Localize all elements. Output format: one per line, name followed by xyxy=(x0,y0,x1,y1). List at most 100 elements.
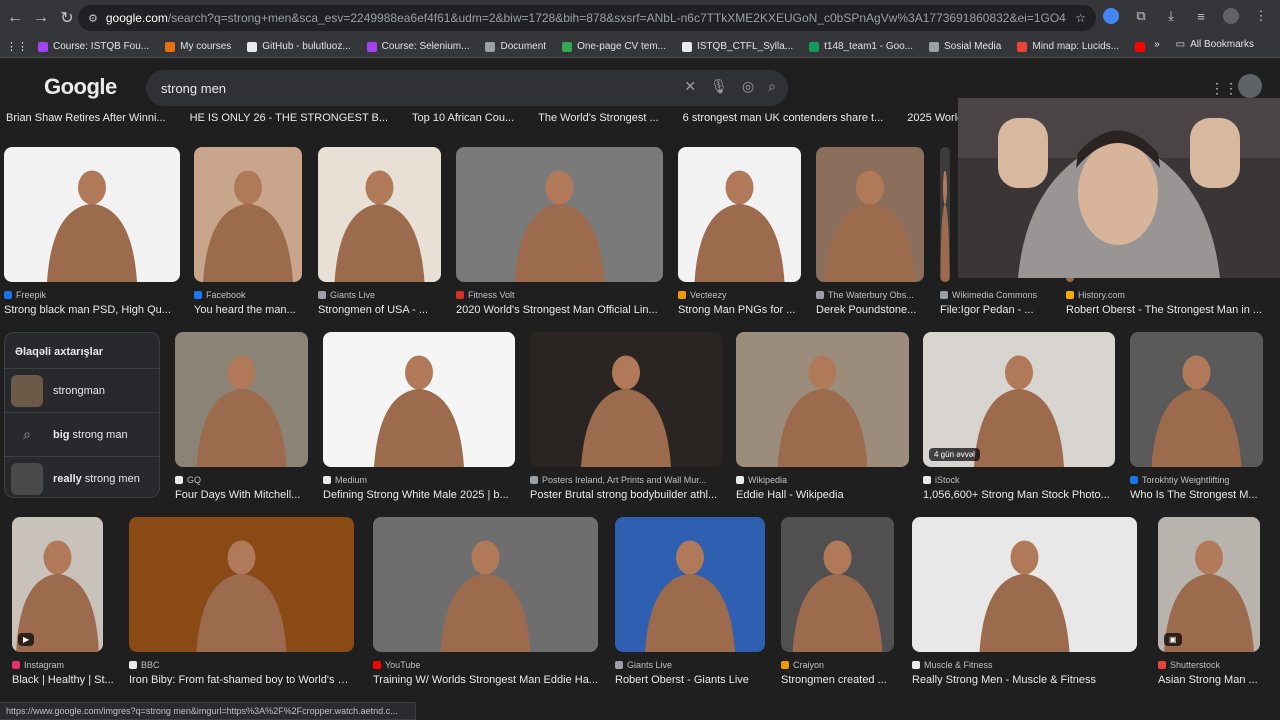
bookmark-item[interactable]: Course: Selenium... xyxy=(366,41,469,52)
related-item[interactable]: strongman xyxy=(5,368,159,412)
related-item[interactable]: ⌕ big strong man xyxy=(5,412,159,456)
result-source[interactable]: Instagram xyxy=(12,660,122,670)
result-title[interactable]: Iron Biby: From fat-shamed boy to World'… xyxy=(129,674,354,686)
bookmark-item[interactable]: Mind map: Lucids... xyxy=(1017,41,1119,52)
lens-icon[interactable]: ◎ xyxy=(742,78,754,95)
result-source[interactable]: Giants Live xyxy=(318,290,441,300)
bookmark-item[interactable]: t148_team1 - Goo... xyxy=(809,41,913,52)
result-source[interactable]: Freepik xyxy=(4,290,180,300)
result-title[interactable]: Strong black man PSD, High Qu... xyxy=(4,304,180,316)
result-source[interactable]: BBC xyxy=(129,660,354,670)
bookmark-item[interactable]: My courses xyxy=(165,41,231,52)
back-icon[interactable]: ← xyxy=(2,5,28,31)
result-title[interactable]: File:Igor Pedan - ... xyxy=(940,304,1050,316)
image-result[interactable]: Giants Live Strongmen of USA - ... xyxy=(318,147,441,316)
result-thumbnail[interactable]: ▣ xyxy=(1158,517,1260,652)
result-source[interactable]: iStock xyxy=(923,475,1115,485)
result-title[interactable]: 2020 World's Strongest Man Official Lin.… xyxy=(456,304,666,316)
image-result[interactable]: Torokhtiy Weightlifting Who Is The Strong… xyxy=(1130,332,1263,501)
image-result[interactable]: Posters Ireland, Art Prints and Wall Mur… xyxy=(530,332,722,501)
bookmark-star-icon[interactable]: ☆ xyxy=(1075,11,1086,25)
chip[interactable]: The World's Strongest ... xyxy=(532,112,659,134)
apps-grid-icon[interactable]: ⋮⋮ xyxy=(6,40,28,53)
result-title[interactable]: Asian Strong Man ... xyxy=(1158,674,1260,686)
result-thumbnail[interactable] xyxy=(816,147,924,282)
result-source[interactable]: Craiyon xyxy=(781,660,894,670)
result-title[interactable]: Strongmen of USA - ... xyxy=(318,304,441,316)
result-source[interactable]: The Waterbury Obs... xyxy=(816,290,924,300)
result-title[interactable]: Eddie Hall - Wikipedia xyxy=(736,489,909,501)
more-bookmarks-icon[interactable]: » xyxy=(1154,39,1160,50)
result-title[interactable]: Four Days With Mitchell... xyxy=(175,489,308,501)
image-result[interactable]: Giants Live Robert Oberst - Giants Live xyxy=(615,517,765,686)
result-source[interactable]: Posters Ireland, Art Prints and Wall Mur… xyxy=(530,475,722,485)
bookmark-item[interactable]: ISTQB_CTFL_Sylla... xyxy=(682,41,793,52)
result-thumbnail[interactable] xyxy=(323,332,515,467)
result-title[interactable]: Black | Healthy | St... xyxy=(12,674,122,686)
result-thumbnail[interactable] xyxy=(4,147,180,282)
result-source[interactable]: Torokhtiy Weightlifting xyxy=(1130,475,1263,485)
forward-icon[interactable]: → xyxy=(28,5,54,31)
result-thumbnail[interactable] xyxy=(781,517,894,652)
result-title[interactable]: Robert Oberst - The Strongest Man in ... xyxy=(1066,304,1266,316)
result-thumbnail[interactable] xyxy=(1130,332,1263,467)
chip[interactable]: Top 10 African Cou... xyxy=(406,112,514,134)
result-source[interactable]: Wikimedia Commons xyxy=(940,290,1050,300)
chip[interactable]: HE IS ONLY 26 - THE STRONGEST B... xyxy=(184,112,388,134)
result-thumbnail[interactable]: ▶ xyxy=(12,517,103,652)
site-info-icon[interactable]: ⚙ xyxy=(88,12,98,25)
address-bar[interactable]: ⚙ google.com/search?q=strong+men&sca_esv… xyxy=(78,5,1096,31)
result-thumbnail[interactable] xyxy=(456,147,663,282)
result-thumbnail[interactable] xyxy=(678,147,801,282)
result-source[interactable]: Vecteezy xyxy=(678,290,803,300)
image-result[interactable]: Freepik Strong black man PSD, High Qu... xyxy=(4,147,180,316)
search-input[interactable] xyxy=(161,80,641,96)
microphone-icon[interactable]: 🎙 xyxy=(710,78,728,95)
result-thumbnail[interactable] xyxy=(530,332,722,467)
result-source[interactable]: Shutterstock xyxy=(1158,660,1260,670)
google-logo[interactable]: Google xyxy=(44,74,117,100)
result-thumbnail[interactable] xyxy=(194,147,302,282)
image-result[interactable]: ▶ Instagram Black | Healthy | St... xyxy=(12,517,122,686)
image-result[interactable]: YouTube Training W/ Worlds Strongest Man … xyxy=(373,517,598,686)
media-icon[interactable]: ≡ xyxy=(1190,5,1212,27)
url-text[interactable]: google.com/search?q=strong+men&sca_esv=2… xyxy=(106,11,1066,25)
result-title[interactable]: Strongmen created ... xyxy=(781,674,894,686)
result-source[interactable]: Wikipedia xyxy=(736,475,909,485)
translate-extension-icon[interactable] xyxy=(1100,5,1122,27)
bookmark-item[interactable]: GitHub - bulutluoz... xyxy=(247,41,351,52)
image-result[interactable]: ▣ Shutterstock Asian Strong Man ... xyxy=(1158,517,1260,686)
result-thumbnail[interactable] xyxy=(940,147,950,282)
image-result[interactable]: Vecteezy Strong Man PNGs for ... xyxy=(678,147,803,316)
clear-icon[interactable]: ✕ xyxy=(684,78,696,95)
result-thumbnail[interactable] xyxy=(175,332,308,467)
image-result[interactable]: The Waterbury Obs... Derek Poundstone... xyxy=(816,147,924,316)
all-bookmarks[interactable]: ▭ All Bookmarks xyxy=(1176,39,1254,50)
profile-icon[interactable] xyxy=(1220,5,1242,27)
image-result[interactable]: GQ Four Days With Mitchell... xyxy=(175,332,308,501)
result-source[interactable]: Giants Live xyxy=(615,660,765,670)
result-source[interactable]: YouTube xyxy=(373,660,598,670)
bookmark-item[interactable]: Course: ISTQB Fou... xyxy=(38,41,149,52)
bookmark-item[interactable]: One-page CV tem... xyxy=(562,41,666,52)
search-icon[interactable]: ⌕ xyxy=(768,78,776,95)
result-title[interactable]: Defining Strong White Male 2025 | b... xyxy=(323,489,515,501)
result-title[interactable]: 1,056,600+ Strong Man Stock Photo... xyxy=(923,489,1115,501)
result-thumbnail[interactable] xyxy=(129,517,354,652)
image-result[interactable]: Facebook You heard the man... xyxy=(194,147,304,316)
result-title[interactable]: Really Strong Men - Muscle & Fitness xyxy=(912,674,1137,686)
reload-icon[interactable]: ↻ xyxy=(54,5,80,31)
result-thumbnail[interactable]: 4 gün əvvəl xyxy=(923,332,1115,467)
result-source[interactable]: GQ xyxy=(175,475,308,485)
download-icon[interactable]: ⤓ xyxy=(1160,5,1182,27)
result-source[interactable]: History.com xyxy=(1066,290,1266,300)
related-item[interactable]: really strong men xyxy=(5,456,159,500)
image-result[interactable]: Medium Defining Strong White Male 2025 | … xyxy=(323,332,515,501)
bookmark-item[interactable]: Document xyxy=(485,41,546,52)
image-result[interactable]: 4 gün əvvəl iStock 1,056,600+ Strong Man S… xyxy=(923,332,1115,501)
result-source[interactable]: Medium xyxy=(323,475,515,485)
result-source[interactable]: Muscle & Fitness xyxy=(912,660,1137,670)
extensions-icon[interactable]: ⧉ xyxy=(1130,5,1152,27)
image-result[interactable]: Fitness Volt 2020 World's Strongest Man O… xyxy=(456,147,666,316)
result-thumbnail[interactable] xyxy=(318,147,441,282)
